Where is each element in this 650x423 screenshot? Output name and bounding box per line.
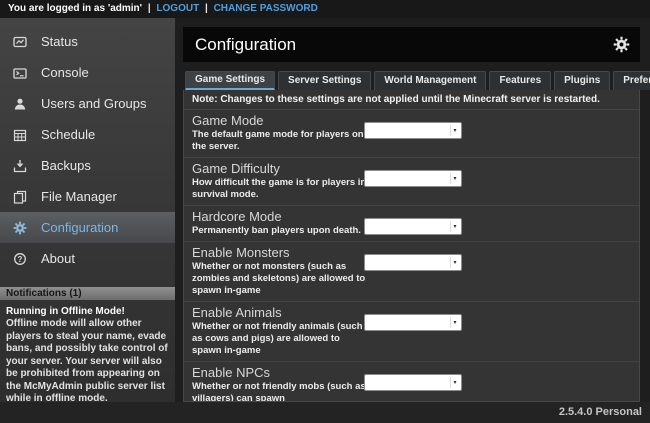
sidebar-item-console[interactable]: Console <box>0 57 175 88</box>
sidebar-item-backups[interactable]: Backups <box>0 150 175 181</box>
sidebar-menu: Status Console Users and Groups <box>0 18 175 274</box>
chevron-down-icon: ▾ <box>450 125 459 136</box>
setting-description: Whether or not monsters (such as zombies… <box>192 261 372 297</box>
version-bar: 2.5.4.0 Personal <box>0 402 650 423</box>
setting-description: Permanently ban players upon death. <box>192 225 372 237</box>
notifications-header: Notifications (1) <box>0 287 175 300</box>
sidebar-item-label: Users and Groups <box>41 96 147 111</box>
svg-text:?: ? <box>18 255 23 264</box>
chevron-down-icon: ▾ <box>450 257 459 268</box>
separator: | <box>148 3 151 14</box>
game-mode-select[interactable]: ▾ <box>364 122 462 139</box>
separator: | <box>205 3 208 14</box>
sidebar-item-label: File Manager <box>41 189 117 204</box>
schedule-icon <box>13 128 27 142</box>
tab-bar: Game Settings Server Settings World Mana… <box>183 71 640 90</box>
change-password-link[interactable]: CHANGE PASSWORD <box>214 3 318 14</box>
status-icon <box>13 35 27 49</box>
sidebar-item-file-manager[interactable]: File Manager <box>0 181 175 212</box>
setting-hardcore-mode: Hardcore Mode Permanently ban players up… <box>184 206 639 242</box>
enable-npcs-select[interactable]: ▾ <box>364 374 462 391</box>
sidebar-item-label: Schedule <box>41 127 95 142</box>
chevron-down-icon: ▾ <box>450 377 459 388</box>
version-text: 2.5.4.0 Personal <box>559 406 642 418</box>
page-title: Configuration <box>183 35 613 55</box>
sidebar-item-label: Status <box>41 34 78 49</box>
backups-icon <box>13 159 27 173</box>
users-icon <box>13 97 27 111</box>
tab-features[interactable]: Features <box>489 71 551 90</box>
setting-enable-monsters: Enable Monsters Whether or not monsters … <box>184 242 639 302</box>
logout-link[interactable]: LOGOUT <box>156 3 199 14</box>
sidebar-item-users-and-groups[interactable]: Users and Groups <box>0 88 175 119</box>
sidebar-item-label: Backups <box>41 158 91 173</box>
setting-enable-animals: Enable Animals Whether or not friendly a… <box>184 302 639 362</box>
setting-game-difficulty: Game Difficulty How difficult the game i… <box>184 158 639 206</box>
setting-description: How difficult the game is for players in… <box>192 177 372 201</box>
setting-description: Whether or not friendly animals (such as… <box>192 321 372 357</box>
tab-preferences[interactable]: Preferences <box>613 71 650 90</box>
tab-game-settings[interactable]: Game Settings <box>185 71 275 90</box>
setting-game-mode: Game Mode The default game mode for play… <box>184 110 639 158</box>
console-icon <box>13 66 27 80</box>
enable-animals-select[interactable]: ▾ <box>364 314 462 331</box>
sidebar-item-status[interactable]: Status <box>0 26 175 57</box>
game-difficulty-select[interactable]: ▾ <box>364 170 462 187</box>
enable-monsters-select[interactable]: ▾ <box>364 254 462 271</box>
sidebar-item-label: Console <box>41 65 89 80</box>
chevron-down-icon: ▾ <box>450 221 459 232</box>
sidebar: Status Console Users and Groups <box>0 18 175 402</box>
sidebar-item-about[interactable]: ? About <box>0 243 175 274</box>
top-bar: You are logged in as 'admin' | LOGOUT | … <box>0 0 650 18</box>
setting-description: The default game mode for players on the… <box>192 129 372 153</box>
question-icon: ? <box>13 252 27 266</box>
tab-server-settings[interactable]: Server Settings <box>278 71 371 90</box>
sidebar-item-label: About <box>41 251 75 266</box>
notification-title: Running in Offline Mode! <box>0 300 175 318</box>
tab-plugins[interactable]: Plugins <box>554 71 610 90</box>
sidebar-item-label: Configuration <box>41 220 118 235</box>
tab-content: Note: Changes to these settings are not … <box>183 90 640 402</box>
tab-world-management[interactable]: World Management <box>374 71 486 90</box>
file-manager-icon <box>13 190 27 204</box>
panel-header: Configuration <box>183 27 640 62</box>
notification-body: Offline mode will allow other players to… <box>0 318 175 406</box>
chevron-down-icon: ▾ <box>450 173 459 184</box>
logged-in-text: You are logged in as 'admin' <box>8 3 142 14</box>
sidebar-item-schedule[interactable]: Schedule <box>0 119 175 150</box>
setting-enable-npcs: Enable NPCs Whether or not friendly mobs… <box>184 362 639 402</box>
restart-note: Note: Changes to these settings are not … <box>184 90 639 110</box>
hardcore-mode-select[interactable]: ▾ <box>364 218 462 235</box>
setting-description: Whether or not friendly mobs (such as vi… <box>192 381 372 402</box>
sidebar-item-configuration[interactable]: Configuration <box>0 212 175 243</box>
chevron-down-icon: ▾ <box>450 317 459 328</box>
gear-icon[interactable] <box>613 36 630 53</box>
gear-icon <box>13 221 27 235</box>
